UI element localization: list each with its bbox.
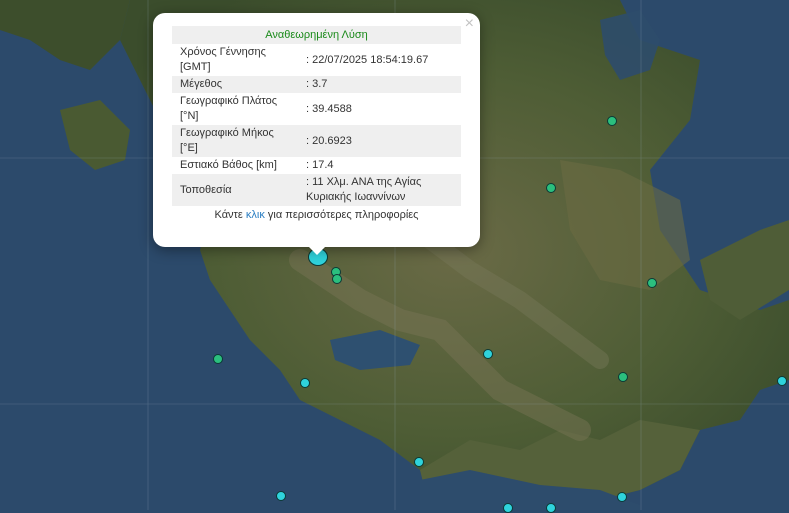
earthquake-details-table: Χρόνος Γέννησης [GMT] : 22/07/2025 18:54… (172, 44, 461, 206)
earthquake-marker[interactable] (414, 457, 424, 467)
more-info-link[interactable]: κλικ (246, 209, 265, 221)
earthquake-marker[interactable] (607, 116, 617, 126)
earthquake-marker[interactable] (618, 372, 628, 382)
earthquake-marker[interactable] (276, 491, 286, 501)
location-value: : 11 Χλμ. ΑΝΑ της Αγίας Κυριακής Ιωαννίν… (298, 174, 461, 206)
latitude-label: Γεωγραφικό Πλάτος [°N] (180, 95, 278, 122)
close-icon[interactable]: × (465, 15, 474, 33)
origin-time-value: : 22/07/2025 18:54:19.67 (306, 53, 429, 66)
longitude-value: : 20.6923 (298, 125, 461, 157)
earthquake-marker[interactable] (483, 349, 493, 359)
earthquake-marker[interactable] (647, 278, 657, 288)
location-label: Τοποθεσία (172, 174, 298, 206)
earthquake-marker[interactable] (213, 354, 223, 364)
earthquake-marker[interactable] (617, 492, 627, 502)
depth-label: Εστιακό Βάθος [km] (180, 159, 277, 171)
latitude-value: : 39.4588 (306, 102, 352, 115)
earthquake-marker[interactable] (546, 183, 556, 193)
table-row: Χρόνος Γέννησης [GMT] : 22/07/2025 18:54… (172, 44, 461, 76)
table-row: Μέγεθος : 3.7 (172, 76, 461, 93)
table-row: Γεωγραφικό Μήκος [°E] : 20.6923 (172, 125, 461, 157)
earthquake-marker[interactable] (332, 274, 342, 284)
earthquake-marker[interactable] (777, 376, 787, 386)
magnitude-value: : 3.7 (298, 76, 461, 93)
table-row: Εστιακό Βάθος [km] : 17.4 (172, 157, 461, 174)
earthquake-marker[interactable] (503, 503, 513, 513)
origin-time-label: Χρόνος Γέννησης [GMT] (180, 46, 266, 73)
earthquake-marker[interactable] (300, 378, 310, 388)
popup-pointer (307, 245, 327, 255)
earthquake-marker[interactable] (546, 503, 556, 513)
longitude-label: Γεωγραφικό Μήκος [°E] (172, 125, 298, 157)
more-info-line: Κάντε κλικ για περισσότερες πληροφορίες (172, 209, 461, 221)
earthquake-info-popup: × Αναθεωρημένη Λύση Χρόνος Γέννησης [GMT… (153, 13, 480, 247)
more-info-prefix: Κάντε (214, 209, 246, 221)
more-info-suffix: για περισσότερες πληροφορίες (264, 209, 419, 221)
table-row: Γεωγραφικό Πλάτος [°N] : 39.4588 (172, 93, 461, 125)
magnitude-label: Μέγεθος (172, 76, 298, 93)
table-row: Τοποθεσία : 11 Χλμ. ΑΝΑ της Αγίας Κυριακ… (172, 174, 461, 206)
popup-header: Αναθεωρημένη Λύση (172, 26, 461, 44)
depth-value: : 17.4 (306, 159, 334, 171)
